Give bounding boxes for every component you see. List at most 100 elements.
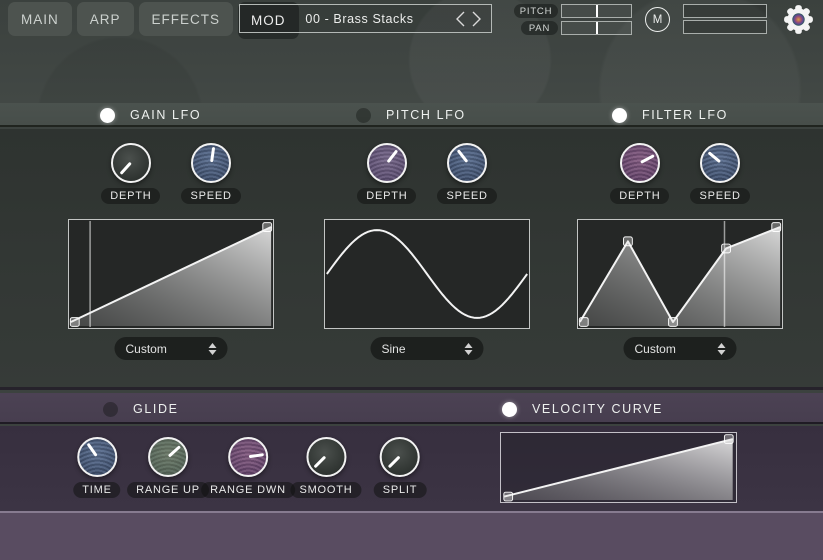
knob-pointer [248, 453, 263, 458]
gain-depth-knob[interactable] [111, 143, 151, 183]
meter-bottom [683, 20, 767, 34]
glide-enable-toggle[interactable] [103, 402, 118, 417]
level-meters [683, 4, 767, 34]
gain-depth-knob-group: DEPTH [101, 143, 160, 204]
glide-range-down-label: RANGE DWN [201, 482, 295, 498]
glide-range-up-label: RANGE UP [127, 482, 209, 498]
glide-range-up-knob[interactable] [148, 437, 188, 477]
preset-selector[interactable]: 00 - Brass Stacks [239, 4, 492, 33]
pitch-slider[interactable] [561, 4, 632, 18]
gain-lfo-wave-value: Custom [126, 342, 167, 356]
pitch-lfo-enable-toggle[interactable] [356, 108, 371, 123]
filter-lfo-column: DEPTH SPEED Custom [577, 129, 783, 390]
knob-pointer [388, 456, 400, 468]
filter-lfo-waveform-display[interactable] [577, 219, 783, 329]
knob-pointer [640, 154, 654, 163]
pitch-depth-knob-group: DEPTH [357, 143, 416, 204]
pitch-lfo-wave-select[interactable]: Sine [371, 337, 484, 360]
dropdown-arrows-icon [465, 343, 473, 355]
gain-speed-label: SPEED [181, 188, 240, 204]
pitch-label: PITCH [514, 4, 558, 18]
pitch-depth-knob[interactable] [367, 143, 407, 183]
gain-lfo-column: DEPTH SPEED Custom [68, 129, 274, 390]
filter-speed-label: SPEED [690, 188, 749, 204]
gain-lfo-header: GAIN LFO [100, 103, 201, 127]
glide-smooth-knob-group: SMOOTH [290, 437, 361, 498]
glide-header: GLIDE [103, 397, 179, 421]
glide-range-down-knob-group: RANGE DWN [201, 437, 295, 498]
meter-top [683, 4, 767, 18]
settings-button[interactable] [783, 4, 814, 35]
filter-depth-knob-group: DEPTH [610, 143, 669, 204]
gain-lfo-title: GAIN LFO [130, 108, 201, 122]
knob-pointer [210, 147, 215, 162]
lfo-section: DEPTH SPEED Custom DEPTH [0, 129, 823, 390]
filter-lfo-wave-select[interactable]: Custom [624, 337, 737, 360]
glide-smooth-label: SMOOTH [290, 482, 361, 498]
velocity-curve-header: VELOCITY CURVE [502, 397, 663, 421]
glide-time-label: TIME [73, 482, 120, 498]
glide-range-up-knob-group: RANGE UP [127, 437, 209, 498]
knob-pointer [457, 150, 468, 163]
pitch-lfo-title: PITCH LFO [386, 108, 466, 122]
filter-lfo-wave-value: Custom [635, 342, 676, 356]
gain-depth-label: DEPTH [101, 188, 160, 204]
pitch-depth-label: DEPTH [357, 188, 416, 204]
gain-lfo-wave-select[interactable]: Custom [115, 337, 228, 360]
chevron-right-icon [471, 10, 482, 28]
filter-lfo-enable-toggle[interactable] [612, 108, 627, 123]
filter-lfo-header: FILTER LFO [612, 103, 728, 127]
gain-speed-knob[interactable] [191, 143, 231, 183]
gear-icon [783, 4, 814, 35]
knob-pointer [314, 456, 326, 468]
pitch-speed-knob[interactable] [447, 143, 487, 183]
knob-pointer [707, 152, 720, 164]
glide-split-knob[interactable] [380, 437, 420, 477]
glide-title: GLIDE [133, 402, 179, 416]
pan-label: PAN [521, 21, 558, 35]
tab-main[interactable]: MAIN [8, 2, 72, 36]
glide-split-label: SPLIT [374, 482, 427, 498]
glide-time-knob[interactable] [77, 437, 117, 477]
knob-pointer [120, 162, 132, 175]
pan-slider[interactable] [561, 21, 632, 35]
tab-effects[interactable]: EFFECTS [139, 2, 234, 36]
dropdown-arrows-icon [209, 343, 217, 355]
filter-speed-knob[interactable] [700, 143, 740, 183]
pitch-lfo-header: PITCH LFO [356, 103, 466, 127]
next-preset-button[interactable] [469, 8, 483, 30]
gain-lfo-waveform-display[interactable] [68, 219, 274, 329]
tab-arp[interactable]: ARP [77, 2, 134, 36]
knob-pointer [386, 150, 397, 163]
glide-split-knob-group: SPLIT [374, 437, 427, 498]
knob-pointer [87, 443, 98, 457]
filter-speed-knob-group: SPEED [690, 143, 749, 204]
pitch-lfo-waveform-display[interactable] [324, 219, 530, 329]
pan-slider-handle[interactable] [596, 22, 598, 34]
preset-name: 00 - Brass Stacks [240, 12, 453, 26]
velocity-curve-display[interactable] [500, 432, 737, 503]
glide-range-down-knob[interactable] [228, 437, 268, 477]
pitch-speed-knob-group: SPEED [437, 143, 496, 204]
midi-mode-button[interactable]: M [645, 7, 670, 32]
glide-section: TIME RANGE UP RANGE DWN SMOOTH SPLIT [0, 426, 823, 511]
pitch-lfo-wave-value: Sine [382, 342, 406, 356]
velocity-curve-enable-toggle[interactable] [502, 402, 517, 417]
previous-preset-button[interactable] [453, 8, 467, 30]
pitch-slider-handle[interactable] [596, 5, 598, 17]
pitch-lfo-column: DEPTH SPEED Sine [324, 129, 530, 390]
footer-strip [0, 511, 823, 560]
glide-smooth-knob[interactable] [306, 437, 346, 477]
filter-depth-label: DEPTH [610, 188, 669, 204]
chevron-left-icon [455, 10, 466, 28]
glide-time-knob-group: TIME [73, 437, 120, 498]
velocity-curve-title: VELOCITY CURVE [532, 402, 663, 416]
filter-lfo-title: FILTER LFO [642, 108, 728, 122]
preset-arrows [453, 8, 491, 30]
knob-pointer [168, 445, 181, 457]
pitch-speed-label: SPEED [437, 188, 496, 204]
gain-speed-knob-group: SPEED [181, 143, 240, 204]
dropdown-arrows-icon [718, 343, 726, 355]
gain-lfo-enable-toggle[interactable] [100, 108, 115, 123]
filter-depth-knob[interactable] [620, 143, 660, 183]
